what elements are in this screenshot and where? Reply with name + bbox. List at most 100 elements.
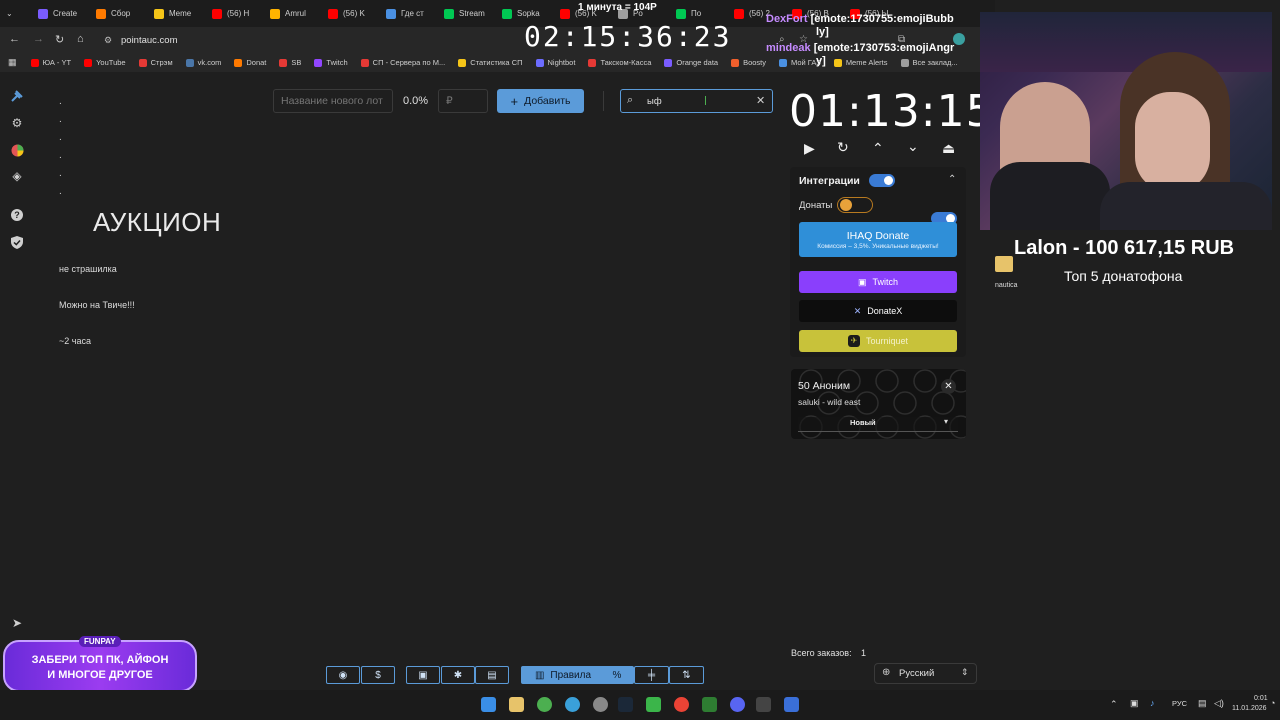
browser-tab[interactable]: Сбор [88,3,146,25]
chrome-icon[interactable] [537,697,552,712]
lot-item[interactable]: . [59,168,62,186]
file-explorer-icon[interactable] [509,697,524,712]
chevron-down-icon[interactable]: ⌄ [907,138,919,155]
chevron-up-icon[interactable]: ⌃ [872,140,884,157]
eject-icon[interactable]: ⏏ [942,140,955,157]
language-select[interactable]: ⊕ Русский ⇕ [874,663,977,684]
promo-banner[interactable]: FUNPAY ЗАБЕРИ ТОП ПК, АЙФОН И МНОГОЕ ДРУ… [3,636,197,692]
lot-item[interactable]: . [59,186,62,204]
twitch-button[interactable]: ▣ Twitch [799,271,957,293]
volume-icon[interactable]: ◁) [1214,698,1224,709]
rules-button[interactable]: ▥ Правила [521,666,605,684]
left-nav: ⚙ ◈ ? ➤ [0,80,34,640]
bookmark-item[interactable]: СП - Сервера по M... [360,58,445,67]
play-icon[interactable]: ▶ [804,140,815,157]
bookmark-item[interactable]: Donat [234,58,266,67]
remote-desktop-icon[interactable] [784,697,799,712]
browser-tab[interactable]: Amrul [262,3,320,25]
auction-hammer-icon[interactable] [9,88,25,104]
add-lot-button[interactable]: + Добавить [497,89,584,113]
bookmark-item[interactable]: Nightbot [535,58,575,67]
bookmark-item[interactable]: Стрэм [138,58,173,67]
start-icon[interactable] [481,697,496,712]
obs-icon[interactable] [593,697,608,712]
network-icon[interactable]: ▤ [1198,698,1207,709]
input-language[interactable]: РУС [1172,699,1187,708]
browser-tab[interactable]: Create [30,3,88,25]
settings-gear-icon[interactable]: ⚙ [9,115,25,131]
notifications-icon[interactable]: ◔ [1270,698,1275,708]
bookmark-item[interactable]: Такском-Касса [588,58,651,67]
home-icon[interactable]: ⌂ [77,33,84,45]
auction-title: АУКЦИОН [93,207,222,237]
layers-icon[interactable]: ◈ [9,168,25,184]
excel-icon[interactable] [702,697,717,712]
save-button[interactable]: ▣ [406,666,440,684]
bookmark-item[interactable]: vk.com [185,58,222,67]
discord-icon[interactable] [730,697,745,712]
reload-icon[interactable]: ↻ [55,33,64,46]
close-card-icon[interactable]: ✕ [941,379,956,394]
sort-button[interactable]: ⇅ [669,666,704,684]
promo-line-1: ЗАБЕРИ ТОП ПК, АЙФОН [31,654,169,666]
browser-tab[interactable]: (56) H [204,3,262,25]
tab-favicon-icon [38,8,48,19]
percent-button[interactable]: % [600,666,634,684]
search-box[interactable]: ⌕ ыф ✕ [620,89,773,113]
wheel-icon[interactable] [9,142,25,158]
github-button[interactable]: ◉ [326,666,360,684]
browser-tab[interactable]: Stream [436,3,494,25]
minecraft-icon[interactable] [646,697,661,712]
ihaq-donate-label: IHAQ Donate [846,229,910,242]
back-icon[interactable]: ← [9,33,20,45]
lot-item[interactable]: . [59,96,62,114]
bookmark-item[interactable]: Orange data [664,58,718,67]
browser-tab[interactable]: (56) K [320,3,378,25]
clear-button[interactable]: ▤ [475,666,509,684]
app-icon[interactable] [756,697,771,712]
browser-tab[interactable]: Где ст [378,3,436,25]
bookmark-item[interactable]: Boosty [731,58,766,67]
tray-app-icon[interactable]: ▣ [1130,698,1139,709]
split-button[interactable]: ╪ [634,666,669,684]
status-select[interactable]: Новый ▾ [798,417,958,432]
bookmark-item[interactable]: YouTube [84,58,126,67]
bookmark-item[interactable]: Статистика СП [458,58,523,67]
search-input[interactable]: ыф [647,96,662,107]
site-info-icon[interactable]: ⚙ [104,35,112,46]
lot-item[interactable]: . [59,150,62,168]
clear-search-icon[interactable]: ✕ [756,94,765,107]
donate-button[interactable]: $ [361,666,395,684]
amount-input[interactable] [438,89,488,113]
steam-icon[interactable] [618,697,633,712]
telegram-icon[interactable]: ➤ [9,615,25,631]
browser-tab[interactable]: Meme [146,3,204,25]
clock-date[interactable]: 11.01.2026 [1232,705,1267,712]
tab-list-button[interactable]: ⌄ [0,3,30,25]
integrations-toggle[interactable] [869,174,895,187]
donatex-button[interactable]: ✕ DonateX [799,300,957,322]
bookmark-label: vk.com [197,58,222,67]
bookmark-item[interactable]: Twitch [314,58,348,67]
tourniquet-button[interactable]: ✈ Tourniquet [799,330,957,352]
help-icon[interactable]: ? [9,207,25,223]
lot-item[interactable]: . [59,132,62,150]
tray-mic-icon[interactable]: ♪ [1150,698,1155,708]
bug-button[interactable]: ✱ [441,666,475,684]
chat-text-1: [emote:1730755:emojiBubb [810,13,954,25]
telegram-taskbar-icon[interactable] [565,697,580,712]
clock-time[interactable]: 0:01 [1254,695,1268,702]
chrome-alt-icon[interactable] [674,697,689,712]
shield-icon[interactable] [9,234,25,250]
reset-icon[interactable]: ↻ [837,139,849,156]
bookmark-item[interactable]: SB [279,58,301,67]
url-text[interactable]: pointauc.com [121,35,178,46]
lot-item[interactable]: . [59,114,62,132]
new-lot-input[interactable] [273,89,393,113]
bookmark-item[interactable]: ЮА - YT [30,58,71,67]
tray-chevron-icon[interactable]: ⌃ [1110,699,1118,710]
ihaq-donate-button[interactable]: IHAQ Donate Комиссия – 3,5%. Уникальные … [799,222,957,257]
collapse-chevron-icon[interactable]: ⌃ [948,174,956,185]
forward-icon[interactable]: → [33,33,44,45]
apps-icon[interactable]: ▦ [8,57,17,68]
